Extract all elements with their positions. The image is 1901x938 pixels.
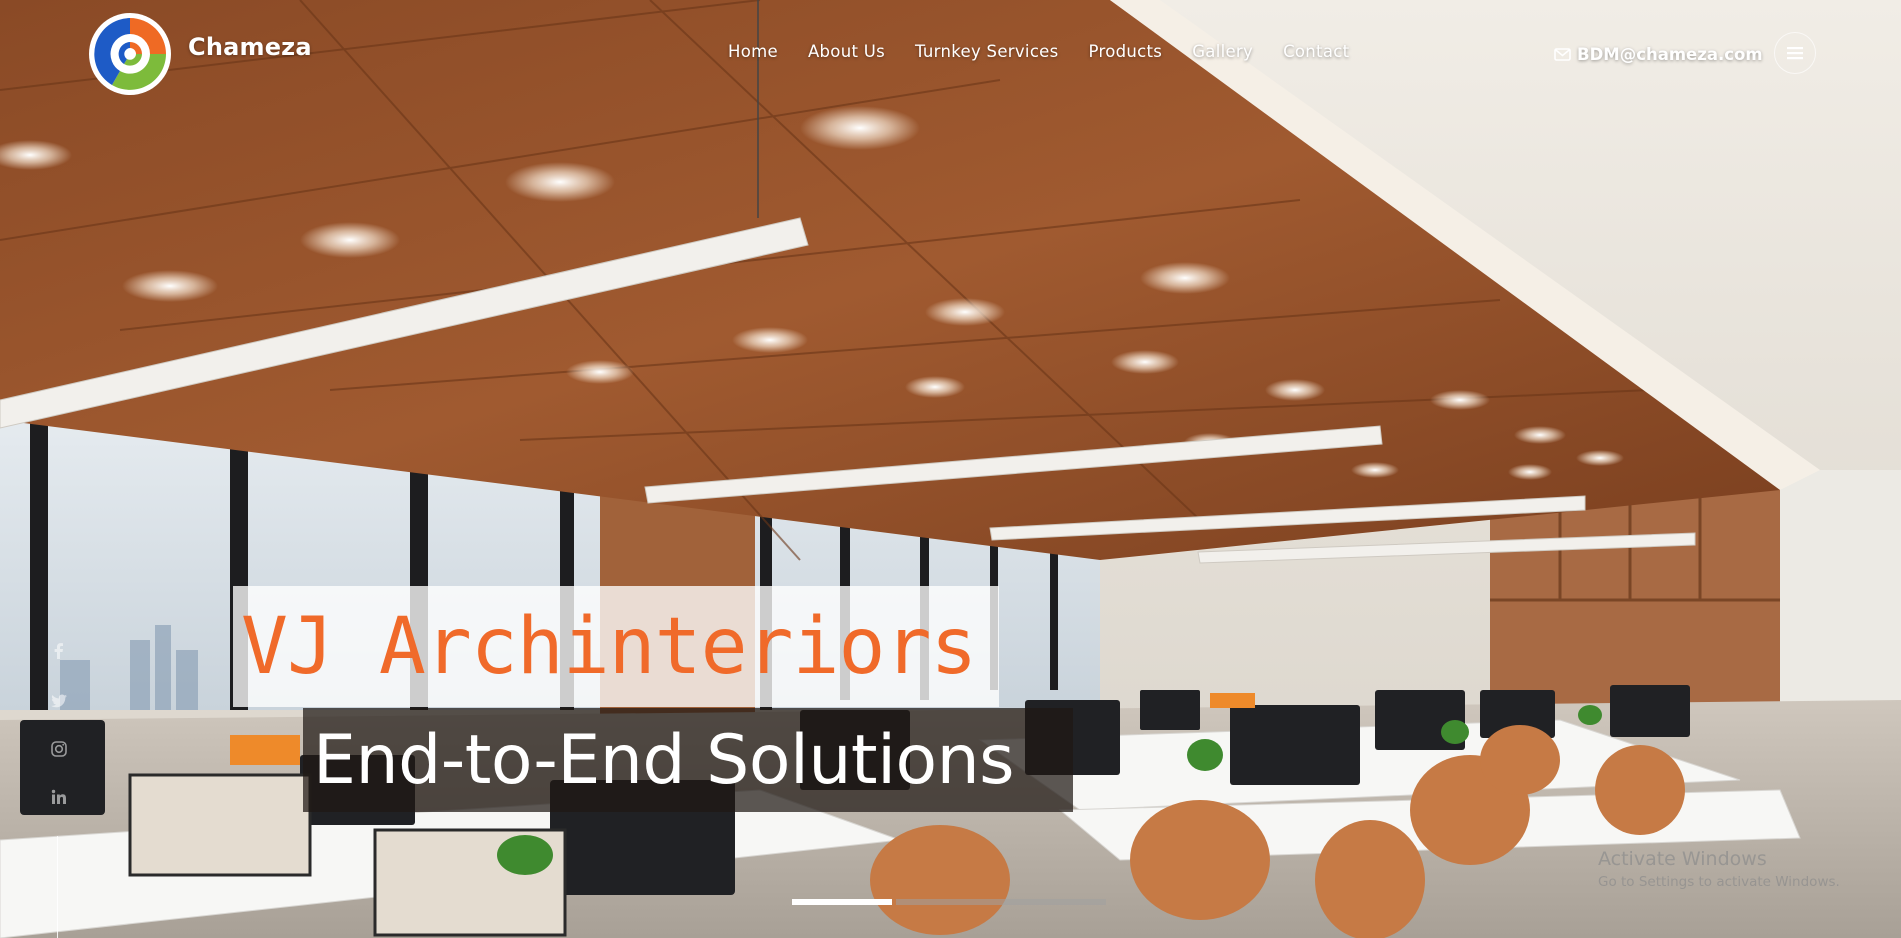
contact-email-text: BDM@chameza.com: [1577, 45, 1763, 64]
hero-title: VJ Archinteriors: [241, 601, 977, 692]
nav-item-products[interactable]: Products: [1089, 42, 1163, 61]
twitter-icon[interactable]: [50, 692, 68, 710]
menu-toggle-button[interactable]: [1774, 32, 1816, 74]
nav-item-gallery[interactable]: Gallery: [1192, 42, 1253, 61]
brand-name[interactable]: Chameza: [188, 33, 312, 61]
envelope-icon: [1554, 48, 1571, 61]
instagram-icon[interactable]: [50, 740, 68, 758]
nav-item-about-us[interactable]: About Us: [808, 42, 885, 61]
slider-indicator-active[interactable]: [792, 899, 892, 905]
watermark-line-2: Go to Settings to activate Windows.: [1598, 874, 1840, 890]
windows-activation-watermark: Activate Windows Go to Settings to activ…: [1598, 848, 1840, 890]
linkedin-icon[interactable]: [50, 788, 68, 806]
facebook-icon[interactable]: [50, 642, 68, 660]
nav-item-turnkey-services[interactable]: Turnkey Services: [915, 42, 1059, 61]
slider-indicators: [792, 899, 1106, 905]
hero-subtitle: End-to-End Solutions: [313, 720, 1015, 800]
site-header: Chameza Home About Us Turnkey Services P…: [0, 0, 1901, 110]
slider-indicator[interactable]: [896, 899, 1106, 905]
chameza-swirl-logo[interactable]: [88, 12, 172, 96]
hamburger-menu-icon: [1787, 47, 1803, 60]
main-nav: Home About Us Turnkey Services Products …: [728, 42, 1379, 61]
watermark-line-1: Activate Windows: [1598, 848, 1767, 870]
hero-title-panel: VJ Archinteriors: [233, 586, 999, 707]
nav-item-contact[interactable]: Contact: [1283, 42, 1349, 61]
contact-email-link[interactable]: BDM@chameza.com: [1554, 45, 1763, 64]
hero-subtitle-panel: End-to-End Solutions: [303, 708, 1073, 812]
social-divider-line: [57, 836, 58, 938]
nav-item-home[interactable]: Home: [728, 42, 778, 61]
